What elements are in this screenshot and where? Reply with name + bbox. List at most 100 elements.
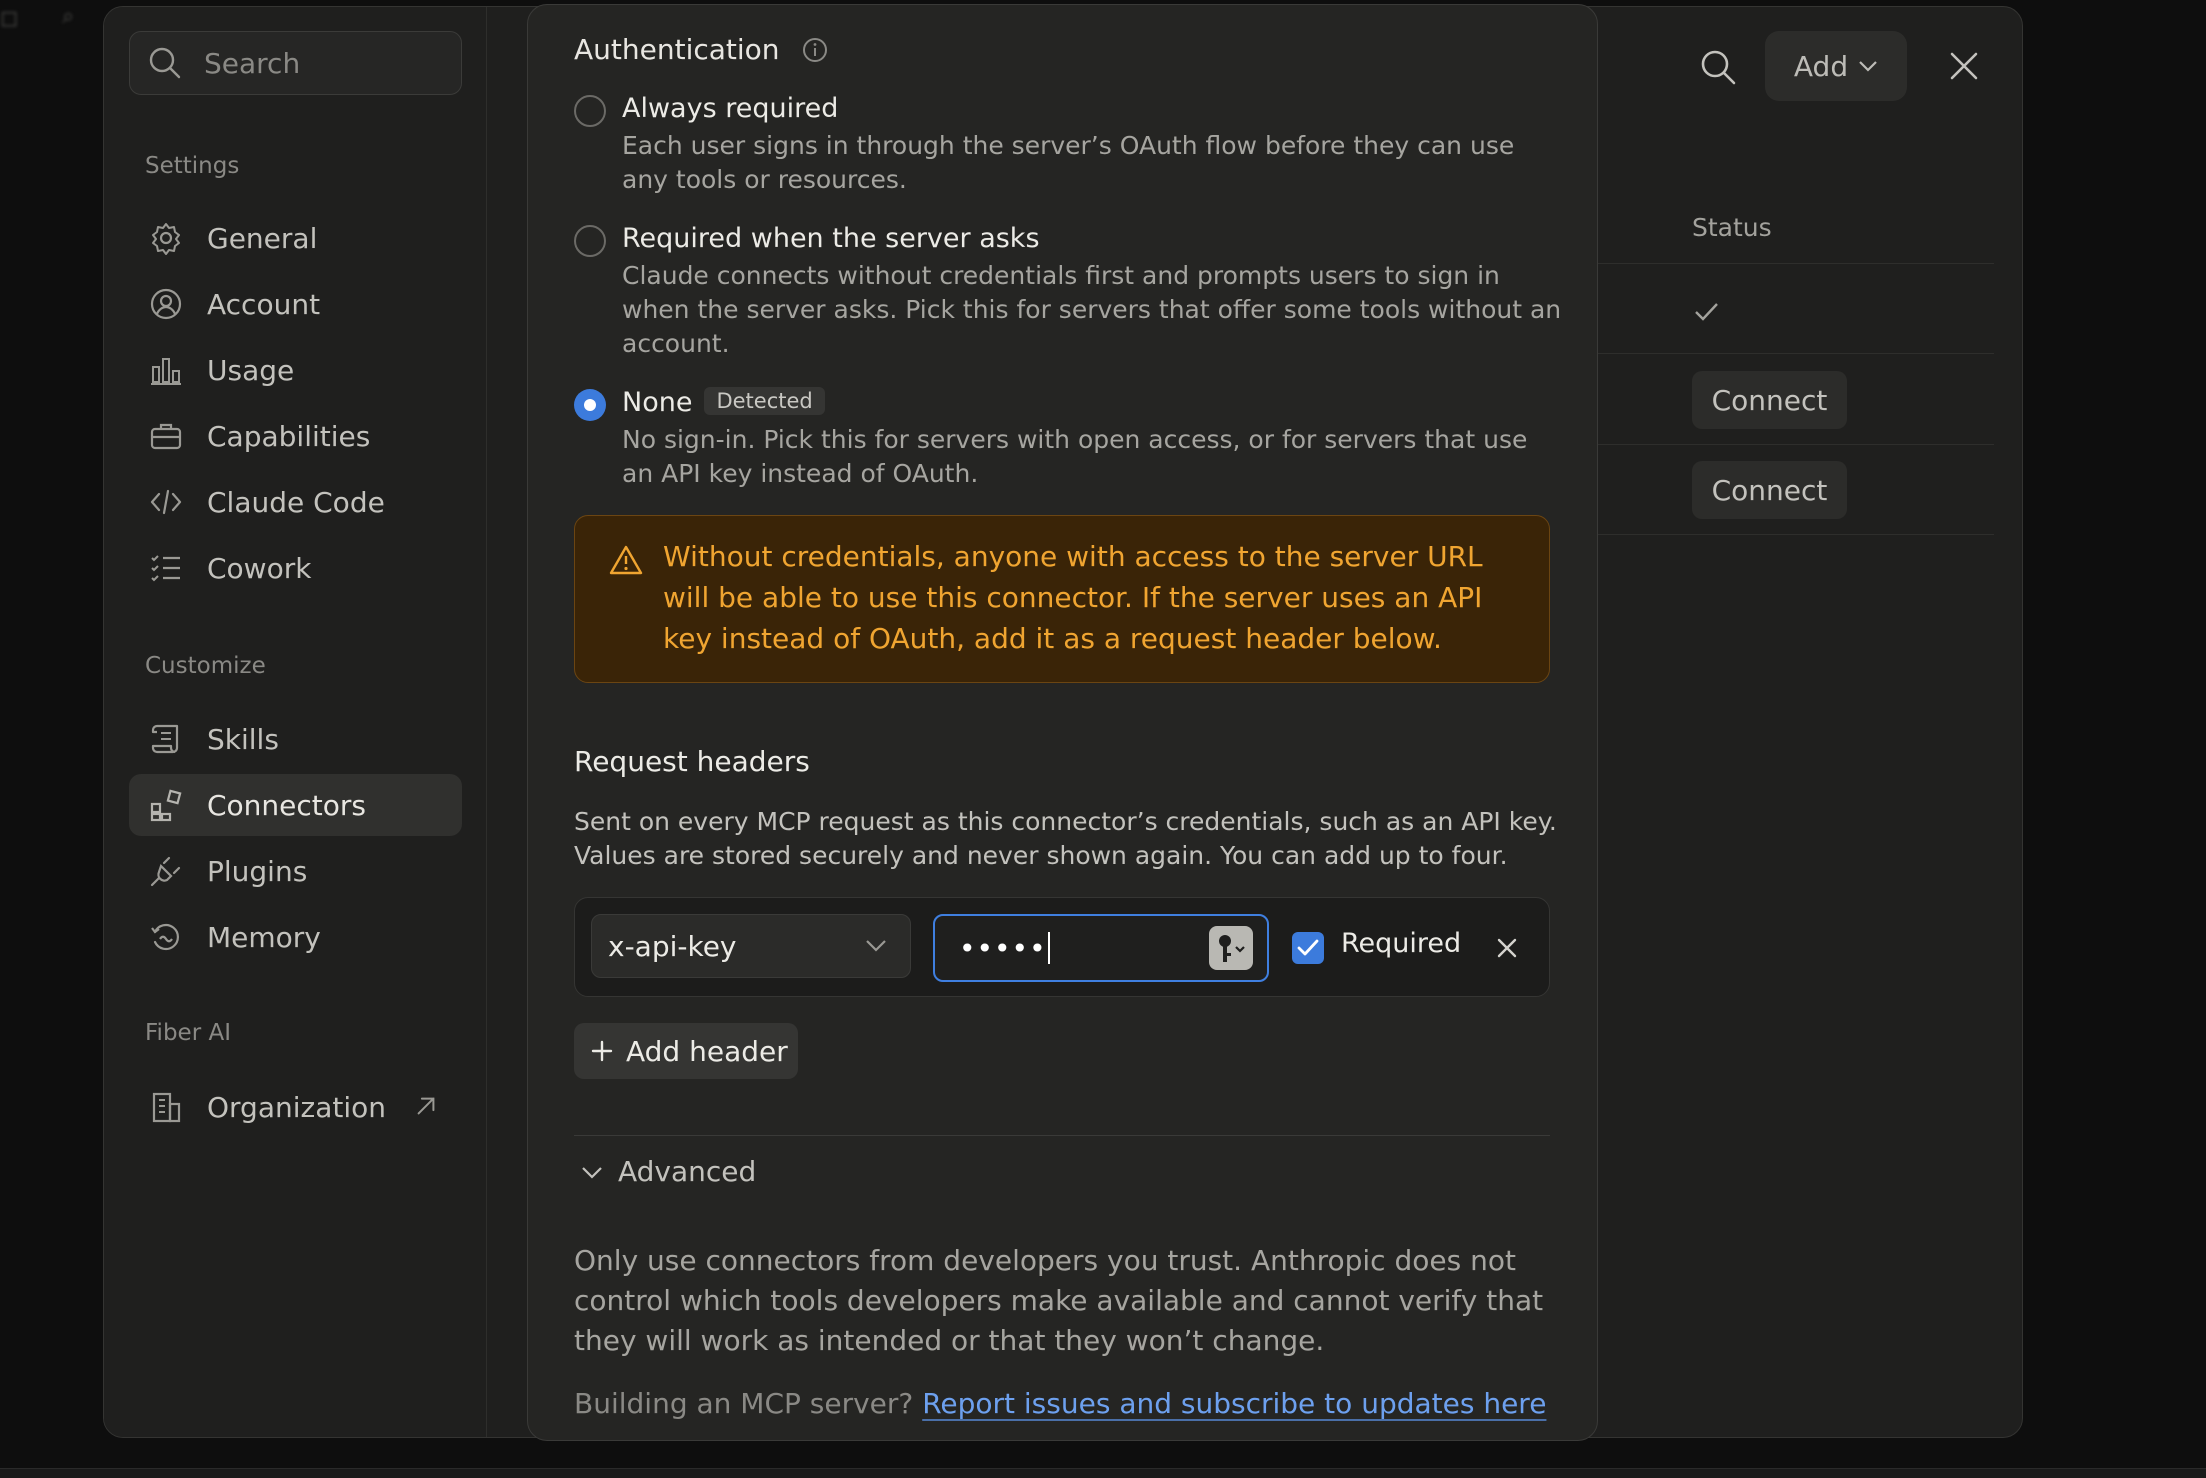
sidebar-item-general[interactable]: General — [129, 207, 462, 269]
option-description: Claude connects without credentials firs… — [622, 261, 1562, 358]
header-name-select[interactable]: x-api-key — [591, 914, 911, 978]
scroll-icon — [151, 724, 179, 754]
option-title: None — [622, 387, 693, 418]
bg-status-bar — [0, 1468, 2206, 1478]
chevron-down-icon — [1859, 61, 1877, 72]
sidebar-item-usage[interactable]: Usage — [129, 339, 462, 401]
connect-button[interactable]: Connect — [1692, 461, 1847, 519]
required-label: Required — [1341, 928, 1462, 959]
option-title: Required when the server asks — [622, 223, 1040, 254]
advanced-label: Advanced — [618, 1155, 757, 1188]
bg-search-fragment: ⌕ — [62, 4, 75, 29]
sidebar-item-label: Usage — [207, 353, 295, 387]
bg-icon-fragment: ◻ — [0, 6, 19, 31]
info-icon[interactable] — [802, 37, 828, 63]
section-divider — [574, 1135, 1550, 1136]
option-title: Always required — [622, 93, 839, 124]
add-button[interactable]: Add — [1765, 31, 1907, 101]
warning-callout: Without credentials, anyone with access … — [574, 515, 1550, 683]
radio-none[interactable] — [574, 389, 606, 421]
search-icon — [149, 47, 181, 79]
add-button-label: Add — [1793, 49, 1849, 83]
sidebar-item-label: Account — [207, 287, 321, 321]
checklist-icon — [151, 555, 180, 582]
sidebar-item-label: Plugins — [207, 854, 308, 888]
key-icon — [1219, 935, 1245, 962]
sidebar-item-label: Claude Code — [207, 485, 385, 519]
sidebar-item-label: General — [207, 221, 318, 255]
search-placeholder: Search — [204, 46, 301, 80]
settings-toolbar: Add — [1602, 31, 2022, 101]
sidebar-item-plugins[interactable]: Plugins — [129, 840, 462, 902]
sidebar-item-label: Memory — [207, 920, 321, 954]
connectors-icon — [150, 789, 182, 822]
check-icon — [1695, 303, 1718, 321]
header-row: x-api-key ••••• Required — [574, 897, 1550, 997]
sidebar-item-claude-code[interactable]: Claude Code — [129, 471, 462, 533]
search-icon[interactable] — [1698, 47, 1738, 87]
sidebar-item-memory[interactable]: Memory — [129, 906, 462, 968]
connector-modal: Authentication Always required Each user… — [527, 4, 1598, 1441]
sidebar-item-label: Organization — [207, 1090, 387, 1124]
report-issues-link[interactable]: Report issues and subscribe to updates h… — [922, 1387, 1546, 1420]
user-circle-icon — [150, 288, 182, 320]
radio-always-required[interactable] — [574, 95, 606, 127]
required-checkbox[interactable] — [1292, 932, 1324, 964]
plus-icon — [591, 1040, 613, 1062]
request-headers-description: Sent on every MCP request as this connec… — [574, 807, 1557, 870]
authentication-heading: Authentication — [574, 33, 828, 66]
settings-sidebar: Search Settings General Account Usage Ca… — [104, 7, 487, 1437]
table-divider — [1594, 534, 1994, 535]
radio-required-when-asked[interactable] — [574, 225, 606, 257]
sidebar-item-organization[interactable]: Organization — [129, 1076, 462, 1138]
building-icon — [152, 1092, 181, 1123]
chevron-down-icon — [866, 940, 886, 952]
option-description: No sign-in. Pick this for servers with o… — [622, 425, 1528, 488]
table-divider — [1594, 353, 1994, 354]
add-header-button[interactable]: Add header — [574, 1023, 798, 1079]
code-icon — [150, 489, 182, 515]
external-link-icon — [417, 1097, 435, 1115]
sidebar-item-cowork[interactable]: Cowork — [129, 537, 462, 599]
search-input[interactable]: Search — [129, 31, 462, 95]
warning-icon — [609, 545, 643, 575]
table-divider — [1594, 444, 1994, 445]
building-mcp-note: Building an MCP server? Report issues an… — [574, 1387, 1546, 1420]
sidebar-item-skills[interactable]: Skills — [129, 708, 462, 770]
request-headers-title: Request headers — [574, 745, 810, 778]
warning-text: Without credentials, anyone with access … — [663, 540, 1483, 655]
sidebar-item-label: Skills — [207, 722, 279, 756]
checkmark-icon — [1297, 939, 1319, 956]
sidebar-item-account[interactable]: Account — [129, 273, 462, 335]
header-value-masked: ••••• — [959, 931, 1047, 965]
briefcase-icon — [150, 423, 182, 450]
text-caret — [1047, 932, 1050, 964]
header-name-value: x-api-key — [608, 929, 737, 963]
section-customize: Customize — [145, 653, 266, 679]
option-title-none: None Detected — [622, 387, 825, 418]
table-divider — [1594, 263, 1994, 264]
sidebar-item-label: Capabilities — [207, 419, 371, 453]
section-organization: Fiber AI — [145, 1020, 231, 1046]
status-column-header: Status — [1692, 213, 1772, 242]
remove-header-icon[interactable] — [1493, 934, 1521, 962]
sidebar-item-label: Connectors — [207, 788, 367, 822]
authentication-title: Authentication — [574, 33, 780, 66]
detected-badge: Detected — [704, 387, 825, 415]
advanced-toggle[interactable]: Advanced — [580, 1155, 756, 1188]
password-manager-button[interactable] — [1209, 926, 1253, 970]
sidebar-item-capabilities[interactable]: Capabilities — [129, 405, 462, 467]
building-text: Building an MCP server? — [574, 1387, 914, 1420]
close-icon[interactable] — [1947, 49, 1981, 83]
connect-button[interactable]: Connect — [1692, 371, 1847, 429]
trust-disclaimer: Only use connectors from developers you … — [574, 1244, 1544, 1357]
header-value-input[interactable]: ••••• — [933, 914, 1269, 982]
option-description: Each user signs in through the server’s … — [622, 131, 1515, 194]
add-header-label: Add header — [626, 1034, 788, 1068]
plug-icon — [150, 856, 181, 887]
bar-chart-icon — [151, 358, 181, 385]
memory-icon — [151, 923, 179, 951]
section-settings: Settings — [145, 153, 240, 179]
sidebar-item-connectors[interactable]: Connectors — [129, 774, 462, 836]
gear-icon — [152, 223, 180, 255]
